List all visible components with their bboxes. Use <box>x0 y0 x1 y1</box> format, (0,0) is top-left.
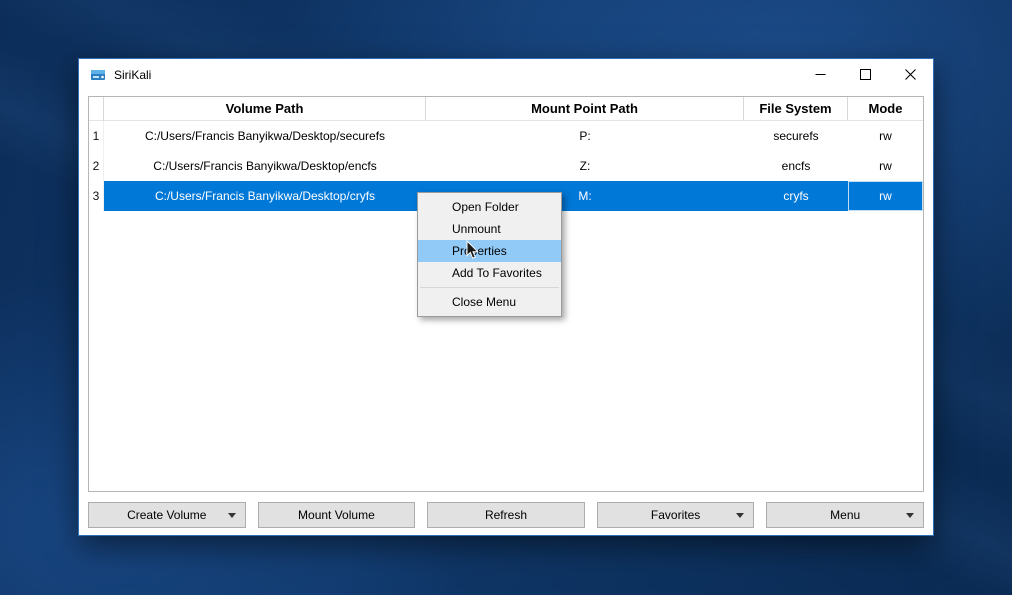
menu-item-open-folder[interactable]: Open Folder <box>418 196 561 218</box>
create-volume-label: Create Volume <box>127 508 206 522</box>
titlebar[interactable]: SiriKali <box>79 59 933 90</box>
table-row-encfs[interactable]: 2 C:/Users/Francis Banyikwa/Desktop/encf… <box>89 151 923 181</box>
create-volume-button[interactable]: Create Volume <box>88 502 246 528</box>
maximize-button[interactable] <box>843 59 888 90</box>
column-header-mount-point-path[interactable]: Mount Point Path <box>426 97 744 121</box>
maximize-icon <box>860 69 871 80</box>
row-number: 1 <box>89 121 104 151</box>
menu-item-properties[interactable]: Properties <box>418 240 561 262</box>
mount-point-cell: P: <box>426 121 744 151</box>
file-system-cell: encfs <box>744 151 848 181</box>
mode-cell: rw <box>848 121 923 151</box>
file-system-cell: securefs <box>744 121 848 151</box>
mount-volume-label: Mount Volume <box>298 508 375 522</box>
mount-volume-button[interactable]: Mount Volume <box>258 502 416 528</box>
close-button[interactable] <box>888 59 933 90</box>
context-menu: Open Folder Unmount Properties Add To Fa… <box>417 192 562 317</box>
window-title: SiriKali <box>114 68 151 82</box>
chevron-down-icon <box>736 513 744 518</box>
menu-button[interactable]: Menu <box>766 502 924 528</box>
menu-label: Menu <box>830 508 860 522</box>
file-system-cell: cryfs <box>744 181 848 211</box>
close-icon <box>905 69 916 80</box>
row-number: 3 <box>89 181 104 211</box>
table-header: Volume Path Mount Point Path File System… <box>89 97 923 121</box>
menu-item-unmount[interactable]: Unmount <box>418 218 561 240</box>
favorites-button[interactable]: Favorites <box>597 502 755 528</box>
menu-item-add-to-favorites[interactable]: Add To Favorites <box>418 262 561 284</box>
volume-path-cell: C:/Users/Francis Banyikwa/Desktop/cryfs <box>104 181 426 211</box>
row-number: 2 <box>89 151 104 181</box>
table-row-securefs[interactable]: 1 C:/Users/Francis Banyikwa/Desktop/secu… <box>89 121 923 151</box>
minimize-button[interactable] <box>798 59 843 90</box>
column-header-volume-path[interactable]: Volume Path <box>104 97 426 121</box>
refresh-button[interactable]: Refresh <box>427 502 585 528</box>
volume-path-cell: C:/Users/Francis Banyikwa/Desktop/encfs <box>104 151 426 181</box>
mode-cell: rw <box>848 151 923 181</box>
mount-point-cell: Z: <box>426 151 744 181</box>
mode-cell: rw <box>848 181 923 211</box>
menu-item-close-menu[interactable]: Close Menu <box>418 291 561 313</box>
bottom-button-row: Create Volume Mount Volume Refresh Favor… <box>88 502 924 528</box>
window-controls <box>798 59 933 90</box>
volume-path-cell: C:/Users/Francis Banyikwa/Desktop/secure… <box>104 121 426 151</box>
minimize-icon <box>815 69 826 80</box>
column-header-mode[interactable]: Mode <box>848 97 923 121</box>
refresh-label: Refresh <box>485 508 527 522</box>
desktop-wallpaper: SiriKali Volume Path Mount Point Path Fi… <box>0 0 1012 595</box>
chevron-down-icon <box>228 513 236 518</box>
column-header-file-system[interactable]: File System <box>744 97 848 121</box>
row-number-header <box>89 97 104 121</box>
menu-separator <box>420 287 559 288</box>
chevron-down-icon <box>906 513 914 518</box>
app-icon <box>90 67 106 83</box>
favorites-label: Favorites <box>651 508 700 522</box>
